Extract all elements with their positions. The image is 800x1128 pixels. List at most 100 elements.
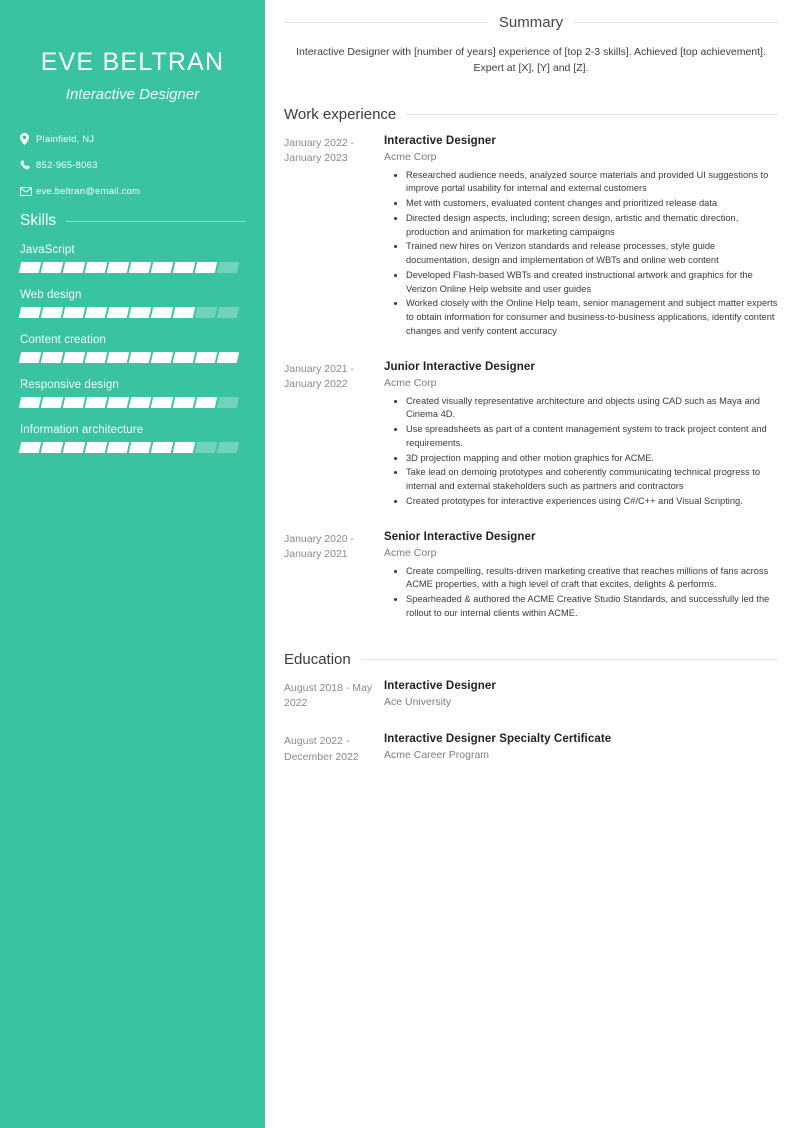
skill-bar-segment: [216, 352, 240, 363]
resume-document: EVE BELTRAN Interactive Designer Plainfi…: [0, 0, 800, 1128]
entry-organization: Acme Corp: [384, 150, 437, 163]
skill-bar-segment: [84, 307, 108, 318]
skill-bar-segment: [172, 307, 196, 318]
resume-entry: January 2021 - January 2022 Junior Intera…: [284, 361, 778, 510]
skill-bar-segment: [194, 397, 218, 408]
skill-bar-segment: [216, 442, 240, 453]
skill-bar-segment: [18, 397, 42, 408]
skill-bar-segment: [18, 442, 42, 453]
entry-organization: Acme Corp: [384, 376, 437, 389]
skill-item: Information architecture: [0, 424, 265, 453]
skill-bar-segment: [150, 307, 174, 318]
envelope-icon: [20, 187, 36, 196]
skill-bar-segment: [194, 442, 218, 453]
skills-heading-label: Skills: [20, 212, 57, 229]
contact-item-email: eve.beltran@email.com: [20, 186, 265, 197]
entry-body: Interactive Designer Ace University: [381, 680, 778, 713]
summary-heading-label: Summary: [498, 14, 564, 31]
skill-bar-segment: [40, 307, 64, 318]
work-heading: Work experience: [284, 106, 778, 123]
entry-bullet: Trained new hires on Verizon standards a…: [406, 240, 778, 268]
education-heading: Education: [284, 651, 778, 668]
skill-level-bar: [18, 352, 245, 363]
contact-phone-text: 852-965-8063: [36, 160, 98, 171]
skill-bar-segment: [172, 262, 196, 273]
skill-level-bar: [18, 307, 245, 318]
main-column: Summary Interactive Designer with [numbe…: [265, 0, 800, 1128]
education-heading-rule: [360, 658, 778, 660]
entry-bullet-list: Create compelling, results-driven market…: [384, 565, 778, 621]
entry-body: Interactive Designer Acme Corp Researched …: [381, 135, 778, 340]
contact-item-phone: 852-965-8063: [20, 160, 265, 171]
entry-dates: August 2022 - December 2022: [284, 735, 359, 763]
summary-text: Interactive Designer with [number of yea…: [296, 46, 766, 75]
skill-bar-segment: [172, 397, 196, 408]
skills-heading: Skills: [0, 212, 265, 230]
skill-level-bar: [18, 397, 245, 408]
skill-bar-segment: [84, 397, 108, 408]
skill-bar-segment: [128, 442, 152, 453]
skill-bar-segment: [150, 442, 174, 453]
resume-entry: August 2022 - December 2022 Interactive D…: [284, 733, 778, 766]
skill-bar-segment: [62, 442, 86, 453]
entry-dates: August 2018 - May 2022: [284, 681, 373, 710]
education-entries: August 2018 - May 2022 Interactive Design…: [284, 680, 778, 766]
entry-bullet: Created prototypes for interactive exper…: [406, 495, 778, 509]
skill-bar-segment: [194, 307, 218, 318]
skill-bar-segment: [40, 397, 64, 408]
entry-body: Interactive Designer Specialty Certifica…: [381, 733, 778, 766]
skill-level-bar: [18, 442, 245, 453]
skill-item: Content creation: [0, 334, 265, 363]
skill-bar-segment: [18, 352, 42, 363]
skill-bar-segment: [172, 352, 196, 363]
education-heading-label: Education: [284, 650, 351, 668]
entry-bullet: Created visually representative architec…: [406, 395, 778, 423]
resume-entry: January 2022 - January 2023 Interactive D…: [284, 135, 778, 340]
skill-bar-segment: [150, 262, 174, 273]
entry-title: Junior Interactive Designer: [384, 360, 535, 373]
skill-bar-segment: [40, 442, 64, 453]
skill-name: Responsive design: [20, 379, 119, 391]
skill-bar-segment: [62, 352, 86, 363]
skill-bar-segment: [194, 352, 218, 363]
skill-item: Web design: [0, 289, 265, 318]
skill-bar-segment: [84, 442, 108, 453]
location-pin-icon: [20, 133, 36, 145]
skill-name: Content creation: [20, 334, 106, 346]
skill-bar-segment: [84, 352, 108, 363]
entry-bullet-list: Created visually representative architec…: [384, 395, 778, 509]
skill-bar-segment: [216, 262, 240, 273]
summary-rule-right: [574, 22, 778, 23]
skill-name: Information architecture: [20, 424, 144, 436]
contact-list: Plainfield, NJ 852-965-8063 eve.beltran@…: [0, 133, 265, 197]
skill-item: JavaScript: [0, 244, 265, 273]
entry-bullet: Researched audience needs, analyzed sour…: [406, 169, 778, 197]
entry-bullet: Directed design aspects, including; scre…: [406, 212, 778, 240]
skill-bar-segment: [128, 307, 152, 318]
entry-title: Interactive Designer Specialty Certifica…: [384, 733, 612, 746]
entry-bullet-list: Researched audience needs, analyzed sour…: [384, 169, 778, 339]
entry-title: Interactive Designer: [384, 679, 496, 692]
skill-bar-segment: [194, 262, 218, 273]
skill-bar-segment: [62, 262, 86, 273]
work-heading-label: Work experience: [284, 105, 397, 123]
entry-organization: Acme Career Program: [384, 749, 490, 762]
entry-body: Junior Interactive Designer Acme Corp Crea…: [381, 361, 778, 510]
skill-bar-segment: [106, 397, 130, 408]
skill-level-bar: [18, 262, 245, 273]
sidebar: EVE BELTRAN Interactive Designer Plainfi…: [0, 0, 265, 1128]
skill-bar-segment: [128, 262, 152, 273]
skill-bar-segment: [172, 442, 196, 453]
skill-bar-segment: [62, 307, 86, 318]
skill-bar-segment: [40, 352, 64, 363]
skill-bar-segment: [216, 307, 240, 318]
work-entries: January 2022 - January 2023 Interactive D…: [284, 135, 778, 622]
entry-bullet: 3D projection mapping and other motion g…: [406, 452, 778, 466]
resume-entry: January 2020 - January 2021 Senior Intera…: [284, 531, 778, 622]
contact-email-text: eve.beltran@email.com: [36, 186, 141, 197]
entry-title: Interactive Designer: [384, 134, 496, 147]
skill-name: JavaScript: [20, 244, 75, 256]
skill-bar-segment: [84, 262, 108, 273]
entry-title: Senior Interactive Designer: [384, 530, 536, 543]
skill-bar-segment: [216, 397, 240, 408]
